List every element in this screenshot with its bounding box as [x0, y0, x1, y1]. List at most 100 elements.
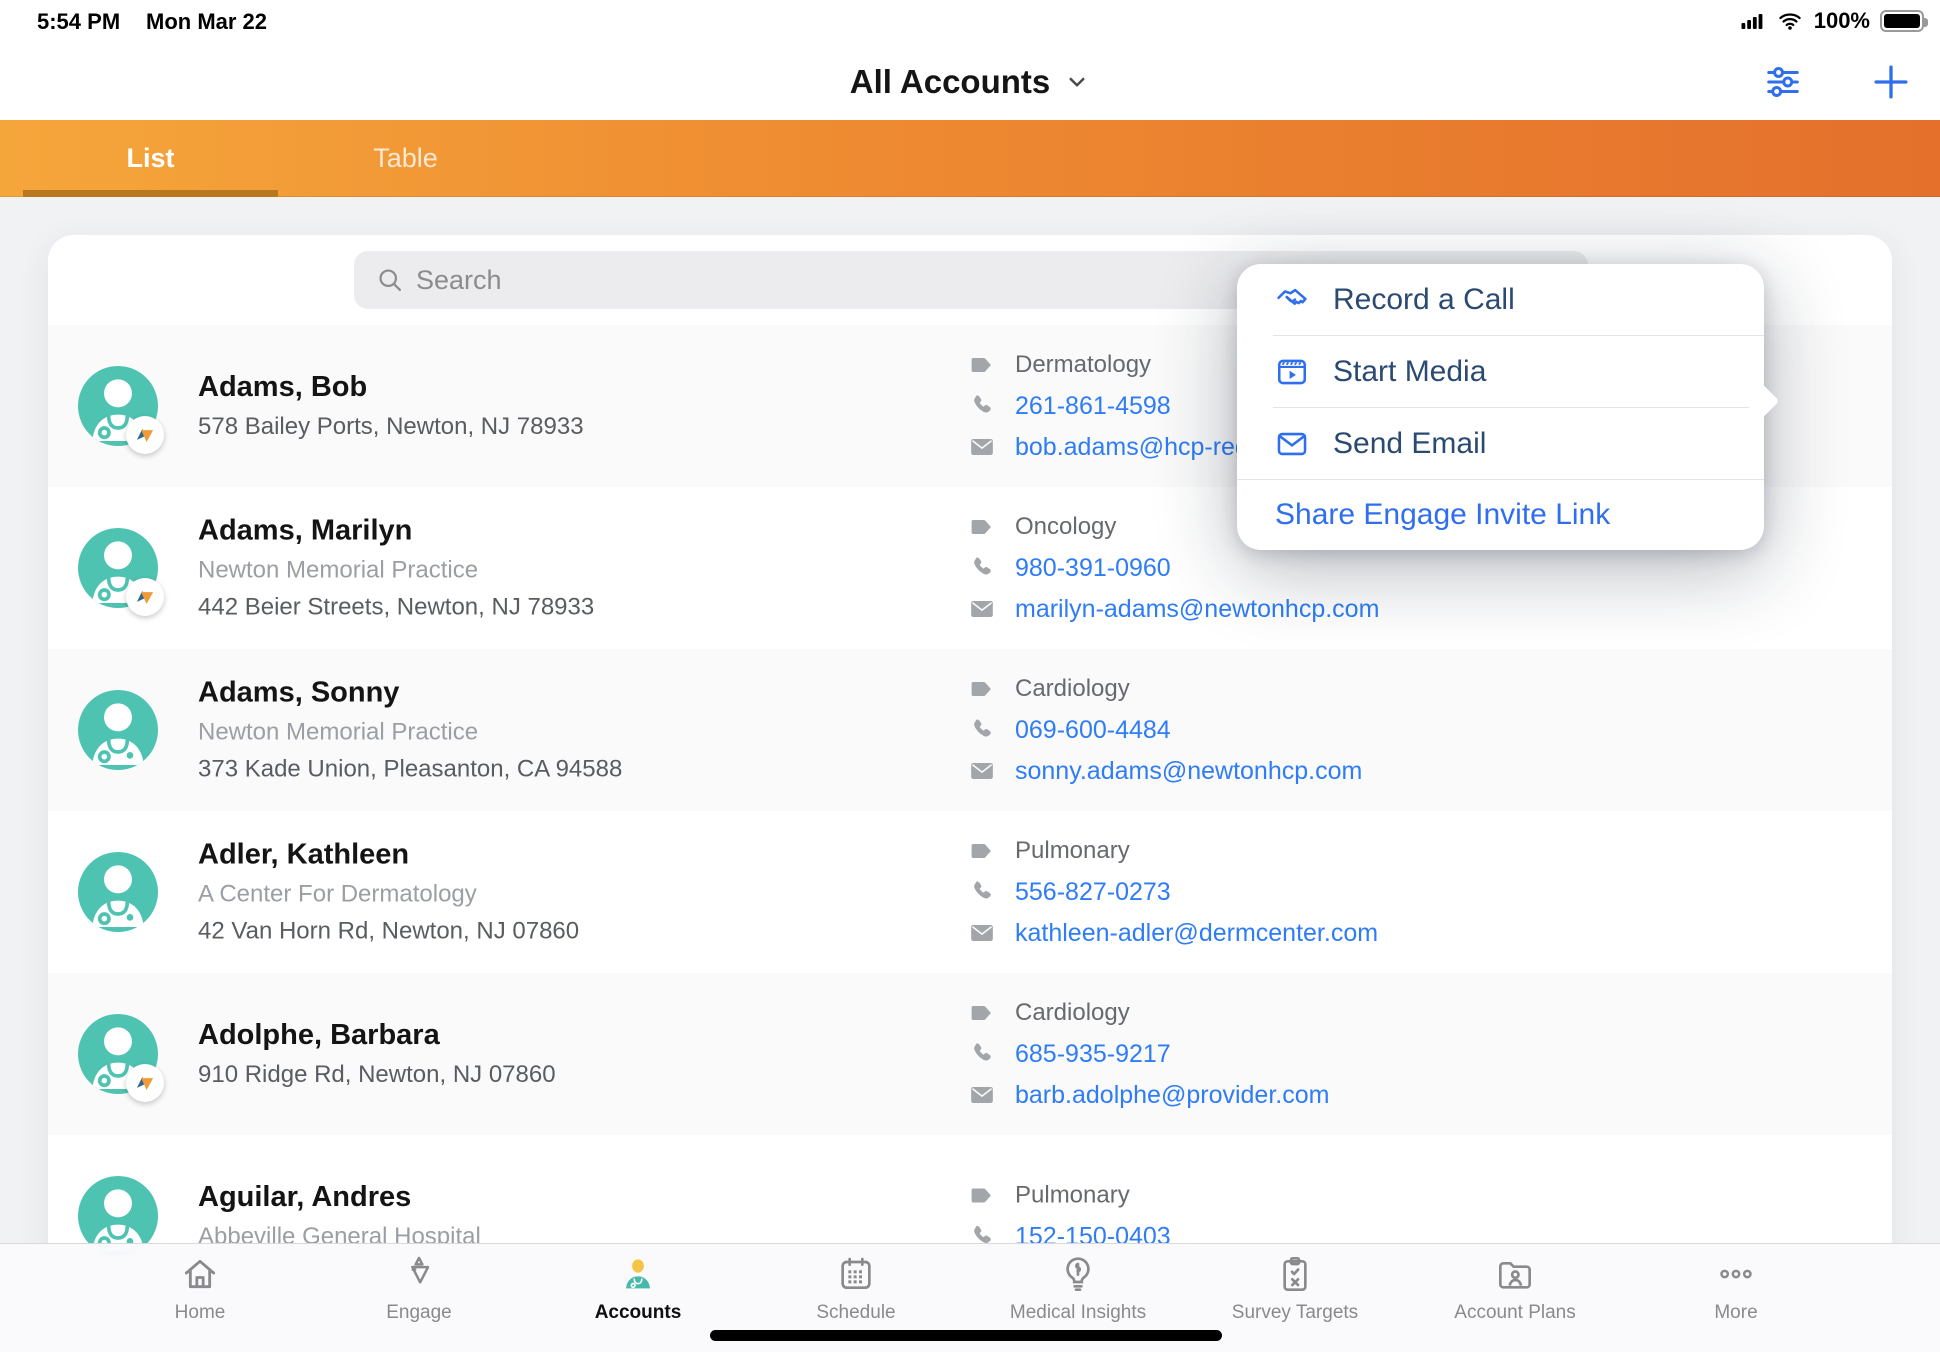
- account-name: Adams, Sonny: [198, 677, 622, 710]
- tag-icon: [969, 352, 995, 378]
- account-specialty: Cardiology: [1015, 675, 1130, 703]
- tab-list[interactable]: List: [23, 120, 278, 197]
- accounts-scope-dropdown[interactable]: All Accounts: [0, 44, 1940, 120]
- avatar: [78, 528, 158, 608]
- avatar: [78, 852, 158, 932]
- account-specialty: Oncology: [1015, 513, 1116, 541]
- tag-icon: [969, 838, 995, 864]
- survey-targets-icon: [1275, 1254, 1315, 1294]
- engage-badge-icon: [126, 1064, 164, 1102]
- phone-icon: [969, 879, 995, 905]
- phone-icon: [969, 393, 995, 419]
- schedule-icon: [836, 1254, 876, 1294]
- account-specialty: Cardiology: [1015, 999, 1130, 1027]
- header: All Accounts: [0, 44, 1940, 120]
- account-name: Adams, Marilyn: [198, 515, 594, 548]
- envelope-icon: [969, 1082, 995, 1108]
- more-icon: [1716, 1254, 1756, 1294]
- account-phone-link[interactable]: 685-935-9217: [1015, 1040, 1171, 1069]
- menu-item-start-media[interactable]: Start Media: [1237, 336, 1764, 407]
- menu-item-send-email[interactable]: Send Email: [1237, 408, 1764, 479]
- home-indicator[interactable]: [710, 1330, 1222, 1341]
- nav-item-home[interactable]: Home: [100, 1254, 300, 1324]
- avatar: [78, 690, 158, 770]
- home-icon: [180, 1254, 220, 1294]
- battery-icon: [1880, 10, 1924, 32]
- doctor-avatar-icon: [78, 690, 158, 770]
- phone-icon: [969, 1041, 995, 1067]
- nav-item-medical-insights[interactable]: Medical Insights: [978, 1254, 1178, 1324]
- phone-icon: [969, 717, 995, 743]
- account-address: 442 Beier Streets, Newton, NJ 78933: [198, 594, 594, 622]
- account-specialty: Pulmonary: [1015, 837, 1130, 865]
- handshake-icon: [1275, 283, 1309, 317]
- medical-insights-icon: [1058, 1254, 1098, 1294]
- search-placeholder: Search: [416, 265, 502, 296]
- account-name: Adams, Bob: [198, 371, 584, 404]
- account-specialty: Pulmonary: [1015, 1182, 1130, 1210]
- envelope-icon: [969, 434, 995, 460]
- account-phone-link[interactable]: 069-600-4484: [1015, 716, 1171, 745]
- account-plans-icon: [1495, 1254, 1535, 1294]
- account-practice: Newton Memorial Practice: [198, 719, 622, 747]
- phone-icon: [969, 555, 995, 581]
- account-row[interactable]: Adams, Sonny Newton Memorial Practice 373 …: [48, 649, 1892, 811]
- tag-icon: [969, 1000, 995, 1026]
- account-email-link[interactable]: kathleen-adler@dermcenter.com: [1015, 919, 1378, 948]
- nav-item-engage[interactable]: Engage: [319, 1254, 519, 1324]
- account-name: Aguilar, Andres: [198, 1181, 481, 1214]
- account-row[interactable]: Adolphe, Barbara 910 Ridge Rd, Newton, NJ…: [48, 973, 1892, 1135]
- account-practice: A Center For Dermatology: [198, 881, 579, 909]
- menu-item-record-a-call[interactable]: Record a Call: [1237, 264, 1764, 335]
- account-address: 578 Bailey Ports, Newton, NJ 78933: [198, 413, 584, 441]
- doctor-avatar-icon: [78, 852, 158, 932]
- menu-item-share-engage-invite-link[interactable]: Share Engage Invite Link: [1237, 480, 1764, 550]
- account-specialty: Dermatology: [1015, 351, 1151, 379]
- tab-table[interactable]: Table: [278, 120, 533, 197]
- tag-icon: [969, 676, 995, 702]
- accounts-icon: [618, 1254, 658, 1294]
- account-phone-link[interactable]: 980-391-0960: [1015, 554, 1171, 583]
- nav-item-more[interactable]: More: [1636, 1254, 1836, 1324]
- envelope-icon: [969, 758, 995, 784]
- account-phone-link[interactable]: 261-861-4598: [1015, 392, 1171, 421]
- list-table-tabbar: ListTable: [0, 120, 1940, 197]
- account-name: Adler, Kathleen: [198, 839, 579, 872]
- engage-icon: [399, 1254, 439, 1294]
- wifi-icon: [1776, 9, 1804, 33]
- account-practice: Newton Memorial Practice: [198, 557, 594, 585]
- cellular-signal-icon: [1739, 9, 1766, 33]
- account-email-link[interactable]: sonny.adams@newtonhcp.com: [1015, 757, 1362, 786]
- envelope-icon: [1275, 427, 1309, 461]
- account-email-link[interactable]: barb.adolphe@provider.com: [1015, 1081, 1329, 1110]
- battery-percentage: 100%: [1814, 8, 1870, 34]
- account-actions-popup: Record a CallStart MediaSend Email Share…: [1237, 264, 1764, 550]
- avatar: [78, 366, 158, 446]
- nav-item-survey-targets[interactable]: Survey Targets: [1195, 1254, 1395, 1324]
- nav-item-account-plans[interactable]: Account Plans: [1415, 1254, 1615, 1324]
- account-email-link[interactable]: marilyn-adams@newtonhcp.com: [1015, 595, 1379, 624]
- account-email-link[interactable]: bob.adams@hcp-reg: [1015, 433, 1249, 462]
- account-name: Adolphe, Barbara: [198, 1019, 556, 1052]
- account-address: 42 Van Horn Rd, Newton, NJ 07860: [198, 918, 579, 946]
- add-account-button[interactable]: [1870, 61, 1912, 103]
- account-row[interactable]: Adler, Kathleen A Center For Dermatology 4…: [48, 811, 1892, 973]
- engage-badge-icon: [126, 416, 164, 454]
- nav-item-accounts[interactable]: Accounts: [538, 1254, 738, 1324]
- date: Mon Mar 22: [146, 9, 267, 35]
- account-address: 373 Kade Union, Pleasanton, CA 94588: [198, 756, 622, 784]
- tag-icon: [969, 514, 995, 540]
- status-bar: 5:54 PM Mon Mar 22 100%: [0, 0, 1940, 44]
- filter-sliders-icon[interactable]: [1764, 63, 1802, 101]
- account-phone-link[interactable]: 556-827-0273: [1015, 878, 1171, 907]
- engage-badge-icon: [126, 578, 164, 616]
- active-tab-underline: [23, 190, 278, 197]
- page-title: All Accounts: [850, 63, 1050, 101]
- envelope-icon: [969, 920, 995, 946]
- chevron-down-icon: [1064, 69, 1090, 95]
- clock: 5:54 PM: [37, 9, 120, 35]
- account-address: 910 Ridge Rd, Newton, NJ 07860: [198, 1061, 556, 1089]
- avatar: [78, 1014, 158, 1094]
- search-icon: [376, 266, 404, 294]
- nav-item-schedule[interactable]: Schedule: [756, 1254, 956, 1324]
